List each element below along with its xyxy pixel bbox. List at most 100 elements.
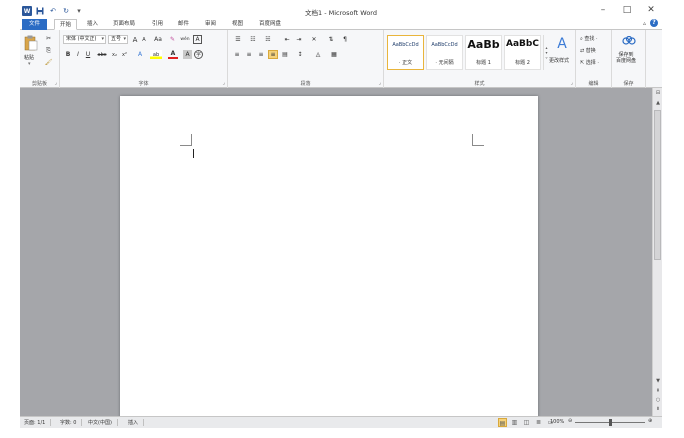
baidu-cloud-icon[interactable] bbox=[621, 34, 637, 48]
justify-icon[interactable]: ≡ bbox=[268, 50, 278, 59]
zoom-slider-thumb[interactable] bbox=[608, 419, 612, 426]
select-button[interactable]: ⇱ 选择 · bbox=[580, 59, 599, 66]
copy-icon[interactable]: ⎘ bbox=[44, 46, 53, 55]
group-editing: ⌕ 查找 · ⇄ 替换 ⇱ 选择 · 编辑 bbox=[576, 30, 612, 88]
group-label-paragraph: 段落 bbox=[300, 81, 311, 87]
tab-insert[interactable]: 插入 bbox=[82, 19, 103, 30]
replace-button[interactable]: ⇄ 替换 bbox=[580, 47, 596, 54]
status-word-count[interactable]: 字数: 0 bbox=[60, 419, 83, 426]
text-effects-button[interactable]: A bbox=[135, 50, 145, 59]
character-shading-button[interactable]: A bbox=[183, 50, 192, 59]
bullets-icon[interactable]: ☰ bbox=[232, 35, 244, 44]
paste-icon[interactable] bbox=[23, 34, 39, 52]
outline-icon[interactable]: ≣ bbox=[534, 418, 543, 427]
vertical-scrollbar[interactable]: ⊟ ▲ ▼ ⇞ ○ ⇟ bbox=[652, 88, 662, 416]
paste-dropdown-icon[interactable]: ▾ bbox=[28, 61, 31, 67]
style-heading-1[interactable]: AaBb 标题 1 bbox=[465, 35, 502, 70]
styles-launcher-icon[interactable]: ⌟ bbox=[571, 80, 573, 86]
status-insert-mode[interactable]: 插入 bbox=[128, 419, 145, 426]
strikethrough-button[interactable]: abc bbox=[96, 50, 108, 59]
font-launcher-icon[interactable]: ⌟ bbox=[223, 80, 225, 86]
numbering-icon[interactable]: ☷ bbox=[247, 35, 259, 44]
borders-icon[interactable]: ▦ bbox=[328, 50, 340, 59]
save-to-baidu-button[interactable]: 保存到 百度网盘 bbox=[616, 52, 636, 64]
scroll-thumb[interactable] bbox=[654, 110, 661, 260]
full-screen-reading-icon[interactable]: ▥ bbox=[510, 418, 519, 427]
find-button[interactable]: ⌕ 查找 · bbox=[580, 35, 598, 42]
zoom-level[interactable]: 100% bbox=[550, 419, 564, 425]
tab-baidu-netdisk[interactable]: 百度网盘 bbox=[254, 19, 286, 30]
subscript-button[interactable]: x₂ bbox=[110, 50, 119, 59]
style-heading-2[interactable]: AaBbC 标题 2 bbox=[504, 35, 541, 70]
print-layout-icon[interactable]: ▤ bbox=[498, 418, 507, 427]
ruler-toggle-icon[interactable]: ⊟ bbox=[653, 90, 663, 96]
style-no-spacing[interactable]: AaBbCcDd · 无间隔 bbox=[426, 35, 463, 70]
tab-view[interactable]: 视图 bbox=[227, 19, 248, 30]
decrease-indent-icon[interactable]: ⇤ bbox=[282, 35, 292, 44]
grow-font-button[interactable]: A bbox=[131, 35, 139, 44]
tab-page-layout[interactable]: 页面布局 bbox=[108, 19, 140, 30]
style-sample: AaBb bbox=[467, 38, 500, 51]
phonetic-guide-button[interactable]: wén bbox=[179, 35, 191, 44]
font-name-select[interactable]: 宋体 (中文正) ▾ bbox=[63, 35, 106, 44]
web-layout-icon[interactable]: ◫ bbox=[522, 418, 531, 427]
tab-file[interactable]: 文件 bbox=[22, 19, 48, 30]
zoom-slider[interactable] bbox=[575, 419, 645, 426]
close-button[interactable]: ✕ bbox=[646, 5, 656, 15]
tab-references[interactable]: 引用 bbox=[147, 19, 168, 30]
tabs-right-controls: ▵ ? bbox=[643, 19, 658, 27]
change-case-button[interactable]: Aa bbox=[152, 35, 164, 44]
highlight-button[interactable]: ab bbox=[150, 50, 162, 59]
collapse-ribbon-icon[interactable]: ▵ bbox=[643, 20, 646, 27]
sort-icon[interactable]: ⇅ bbox=[326, 35, 336, 44]
distributed-icon[interactable]: ▤ bbox=[280, 50, 290, 59]
line-spacing-icon[interactable]: ↕ bbox=[294, 50, 306, 59]
previous-page-icon[interactable]: ⇞ bbox=[653, 388, 663, 394]
font-size-select[interactable]: 五号 ▾ bbox=[108, 35, 128, 44]
align-center-icon[interactable]: ≡ bbox=[244, 50, 254, 59]
styles-scroll-icon[interactable]: ▴ ▾ ▿ bbox=[543, 35, 549, 70]
italic-button[interactable]: I bbox=[74, 50, 82, 59]
status-page[interactable]: 页面: 1/1 bbox=[24, 419, 52, 426]
scroll-down-icon[interactable]: ▼ bbox=[653, 378, 663, 384]
maximize-button[interactable]: □ bbox=[622, 5, 632, 15]
paragraph-launcher-icon[interactable]: ⌟ bbox=[379, 80, 381, 86]
shrink-font-button[interactable]: A bbox=[140, 36, 148, 44]
align-left-icon[interactable]: ≡ bbox=[232, 50, 242, 59]
select-label: 选择 · bbox=[585, 60, 599, 66]
multilevel-list-icon[interactable]: ☵ bbox=[262, 35, 274, 44]
chinese-layout-icon[interactable]: ✕ bbox=[308, 35, 320, 44]
show-marks-icon[interactable]: ¶ bbox=[340, 35, 350, 44]
font-color-button[interactable]: A bbox=[168, 50, 178, 59]
minimize-button[interactable]: – bbox=[598, 5, 608, 15]
change-styles-label[interactable]: 更改样式 bbox=[549, 57, 569, 64]
align-right-icon[interactable]: ≡ bbox=[256, 50, 266, 59]
crop-mark-top-right bbox=[472, 134, 484, 146]
superscript-button[interactable]: x² bbox=[120, 50, 129, 59]
cut-icon[interactable]: ✂ bbox=[44, 34, 53, 43]
underline-button[interactable]: U bbox=[84, 50, 92, 59]
document-page[interactable] bbox=[120, 96, 538, 416]
format-painter-icon[interactable]: 🖌 bbox=[44, 58, 53, 67]
status-language[interactable]: 中文(中国) bbox=[88, 419, 118, 426]
change-styles-icon[interactable]: A bbox=[552, 35, 572, 53]
help-icon[interactable]: ? bbox=[650, 19, 658, 27]
style-name: · 无间隔 bbox=[435, 60, 454, 66]
zoom-out-icon[interactable]: ⊖ bbox=[568, 418, 572, 424]
zoom-in-icon[interactable]: ⊕ bbox=[648, 418, 652, 424]
style-normal[interactable]: AaBbCcDd · 正文 bbox=[387, 35, 424, 70]
bold-button[interactable]: B bbox=[64, 50, 72, 59]
next-page-icon[interactable]: ⇟ bbox=[653, 406, 663, 412]
tab-mailings[interactable]: 邮件 bbox=[173, 19, 194, 30]
scroll-up-icon[interactable]: ▲ bbox=[653, 100, 663, 106]
browse-object-icon[interactable]: ○ bbox=[653, 397, 663, 403]
increase-indent-icon[interactable]: ⇥ bbox=[294, 35, 304, 44]
font-size-value: 五号 bbox=[111, 36, 122, 42]
clear-formatting-button[interactable]: ✎ bbox=[168, 35, 177, 44]
character-border-button[interactable]: A bbox=[193, 35, 202, 44]
tab-home[interactable]: 开始 bbox=[54, 19, 78, 30]
clipboard-launcher-icon[interactable]: ⌟ bbox=[55, 80, 57, 86]
shading-icon[interactable]: ◬ bbox=[312, 50, 324, 59]
enclose-characters-button[interactable]: 字 bbox=[194, 50, 203, 59]
tab-review[interactable]: 审阅 bbox=[200, 19, 221, 30]
